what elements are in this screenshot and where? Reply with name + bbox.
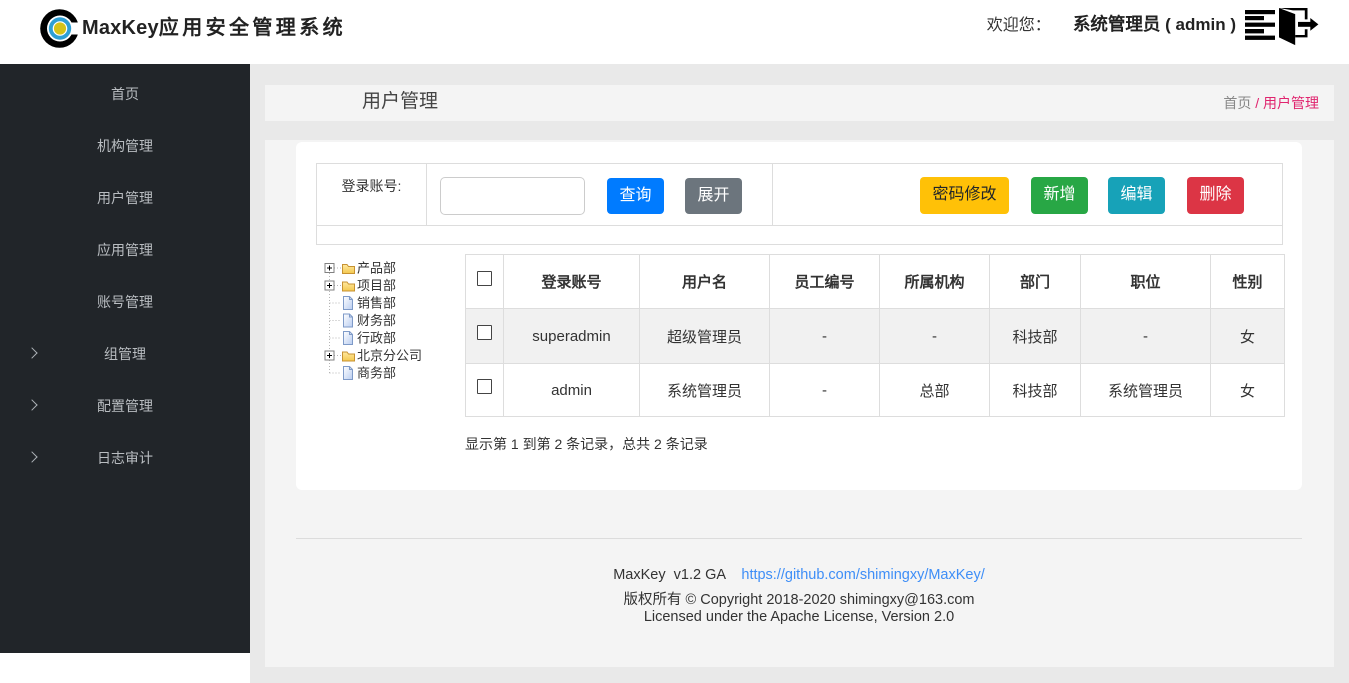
svg-text:行政部: 行政部 <box>357 331 396 346</box>
svg-text:销售部: 销售部 <box>357 296 396 311</box>
svg-text:北京分公司: 北京分公司 <box>357 348 422 363</box>
svg-text:商务部: 商务部 <box>357 366 396 381</box>
svg-text:项目部: 项目部 <box>357 278 396 293</box>
svg-text:财务部: 财务部 <box>357 313 396 328</box>
svg-text:产品部: 产品部 <box>357 261 396 276</box>
